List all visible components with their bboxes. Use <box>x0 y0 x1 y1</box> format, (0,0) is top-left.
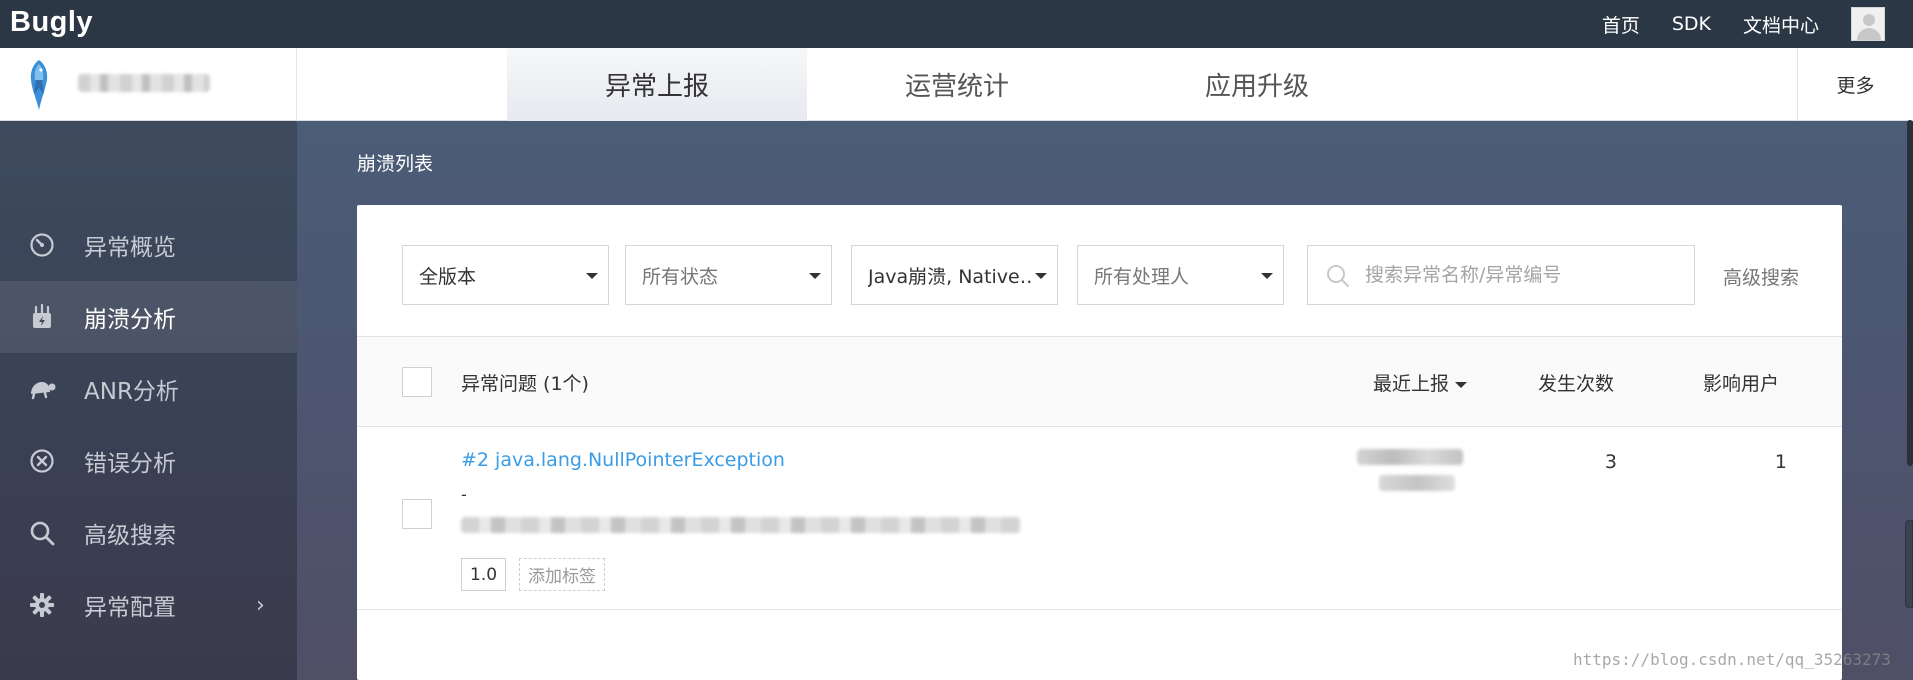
app-selector[interactable] <box>0 48 297 121</box>
main-tabs: 异常上报 运营统计 应用升级 <box>507 48 1407 121</box>
sidebar-item-advanced-search[interactable]: 高级搜索 <box>0 497 297 569</box>
user-avatar[interactable] <box>1851 7 1885 41</box>
filter-bar: 全版本 所有状态 Java崩溃, Native… 所有处理人 高级 <box>357 205 1842 337</box>
sidebar-item-label: 错误分析 <box>84 451 176 477</box>
chevron-right-icon: › <box>256 592 265 618</box>
page-scrollbar[interactable] <box>1907 120 1913 466</box>
error-circle-icon <box>28 447 56 475</box>
table-header: 异常问题 (1个) 最近上报 发生次数 影响用户 <box>357 337 1842 427</box>
bird-logo-icon <box>26 58 52 116</box>
crash-type-select-value: Java崩溃, Native… <box>868 265 1033 288</box>
sidebar-item-label: 异常配置 <box>84 595 176 621</box>
row-checkbox[interactable] <box>402 499 432 529</box>
nav-sdk-link[interactable]: SDK <box>1672 13 1711 35</box>
brand-logo[interactable]: Bugly <box>10 6 93 39</box>
more-button[interactable]: 更多 <box>1797 48 1913 121</box>
column-header-count: 发生次数 <box>1538 373 1615 395</box>
crash-icon <box>28 303 56 331</box>
version-select-value: 全版本 <box>419 265 477 288</box>
search-icon <box>1326 264 1350 288</box>
avatar-body-shape <box>1857 28 1881 40</box>
sidebar-item-label: 崩溃分析 <box>84 307 176 333</box>
tab-operation-stats[interactable]: 运营统计 <box>807 48 1107 121</box>
version-tag[interactable]: 1.0 <box>461 558 507 591</box>
issue-separator: - <box>461 485 467 504</box>
nav-docs-link[interactable]: 文档中心 <box>1743 11 1819 38</box>
sidebar-item-label: 异常概览 <box>84 235 176 261</box>
sidebar-item-error-analysis[interactable]: 错误分析 <box>0 425 297 497</box>
column-header-latest-label: 最近上报 <box>1373 373 1450 395</box>
crash-type-select[interactable]: Java崩溃, Native… <box>851 245 1058 305</box>
sidebar-item-overview[interactable]: 异常概览 <box>0 209 297 281</box>
version-select[interactable]: 全版本 <box>402 245 609 305</box>
advanced-search-link[interactable]: 高级搜索 <box>1723 263 1799 290</box>
top-nav: 首页 SDK 文档中心 <box>1602 0 1913 48</box>
column-header-users: 影响用户 <box>1703 373 1780 395</box>
nav-home-link[interactable]: 首页 <box>1602 11 1640 38</box>
issue-title-link[interactable]: #2 java.lang.NullPointerException <box>461 449 785 471</box>
turtle-icon <box>28 375 56 403</box>
status-select[interactable]: 所有状态 <box>625 245 832 305</box>
caret-down-icon <box>1261 273 1273 279</box>
sort-caret-icon <box>1455 381 1468 388</box>
issue-detail-redacted <box>461 517 1021 533</box>
sidebar-item-label: 高级搜索 <box>84 523 176 549</box>
handler-select[interactable]: 所有处理人 <box>1077 245 1284 305</box>
column-header-issue: 异常问题 (1个) <box>461 373 589 395</box>
main-content: 崩溃列表 全版本 所有状态 Java崩溃, Native… 所有处理人 搜索异常… <box>297 121 1913 680</box>
tab-exception-report[interactable]: 异常上报 <box>507 48 807 121</box>
occurrence-count: 3 <box>1604 451 1617 473</box>
search-box <box>1307 245 1695 305</box>
gauge-icon <box>28 231 56 259</box>
gear-icon <box>28 591 56 619</box>
side-widget-tab[interactable] <box>1905 520 1913 608</box>
crash-list-card: 全版本 所有状态 Java崩溃, Native… 所有处理人 高级 <box>357 205 1842 680</box>
latest-report-date-redacted <box>1357 449 1463 465</box>
affected-users-count: 1 <box>1774 451 1787 473</box>
sidebar-item-exception-config[interactable]: 异常配置 › <box>0 569 297 641</box>
caret-down-icon <box>586 273 598 279</box>
caret-down-icon <box>1035 273 1047 279</box>
status-select-value: 所有状态 <box>642 265 719 288</box>
search-input[interactable] <box>1365 262 1685 288</box>
table-row: #2 java.lang.NullPointerException - 1.0 … <box>357 427 1842 610</box>
column-header-latest-sort[interactable]: 最近上报 <box>1373 369 1468 396</box>
watermark: https://blog.csdn.net/qq_35263273 <box>1573 650 1891 669</box>
top-bar: Bugly 首页 SDK 文档中心 <box>0 0 1913 48</box>
sidebar: 异常概览 崩溃分析 ANR分析 错误分析 高级搜索 异常配置 › <box>0 121 297 680</box>
search-icon <box>28 519 56 547</box>
latest-report-time-redacted <box>1379 475 1455 491</box>
add-tag-button[interactable]: 添加标签 <box>519 558 605 591</box>
sidebar-item-anr-analysis[interactable]: ANR分析 <box>0 353 297 425</box>
avatar-head-shape <box>1863 14 1875 26</box>
select-all-checkbox[interactable] <box>402 367 432 397</box>
handler-select-value: 所有处理人 <box>1094 265 1190 288</box>
sidebar-item-crash-analysis[interactable]: 崩溃分析 <box>0 281 297 353</box>
app-name-redacted <box>78 74 210 92</box>
page-title: 崩溃列表 <box>357 153 434 175</box>
caret-down-icon <box>809 273 821 279</box>
tab-app-upgrade[interactable]: 应用升级 <box>1107 48 1407 121</box>
sidebar-item-label: ANR分析 <box>84 379 179 405</box>
sub-header: 异常上报 运营统计 应用升级 更多 <box>0 48 1913 121</box>
